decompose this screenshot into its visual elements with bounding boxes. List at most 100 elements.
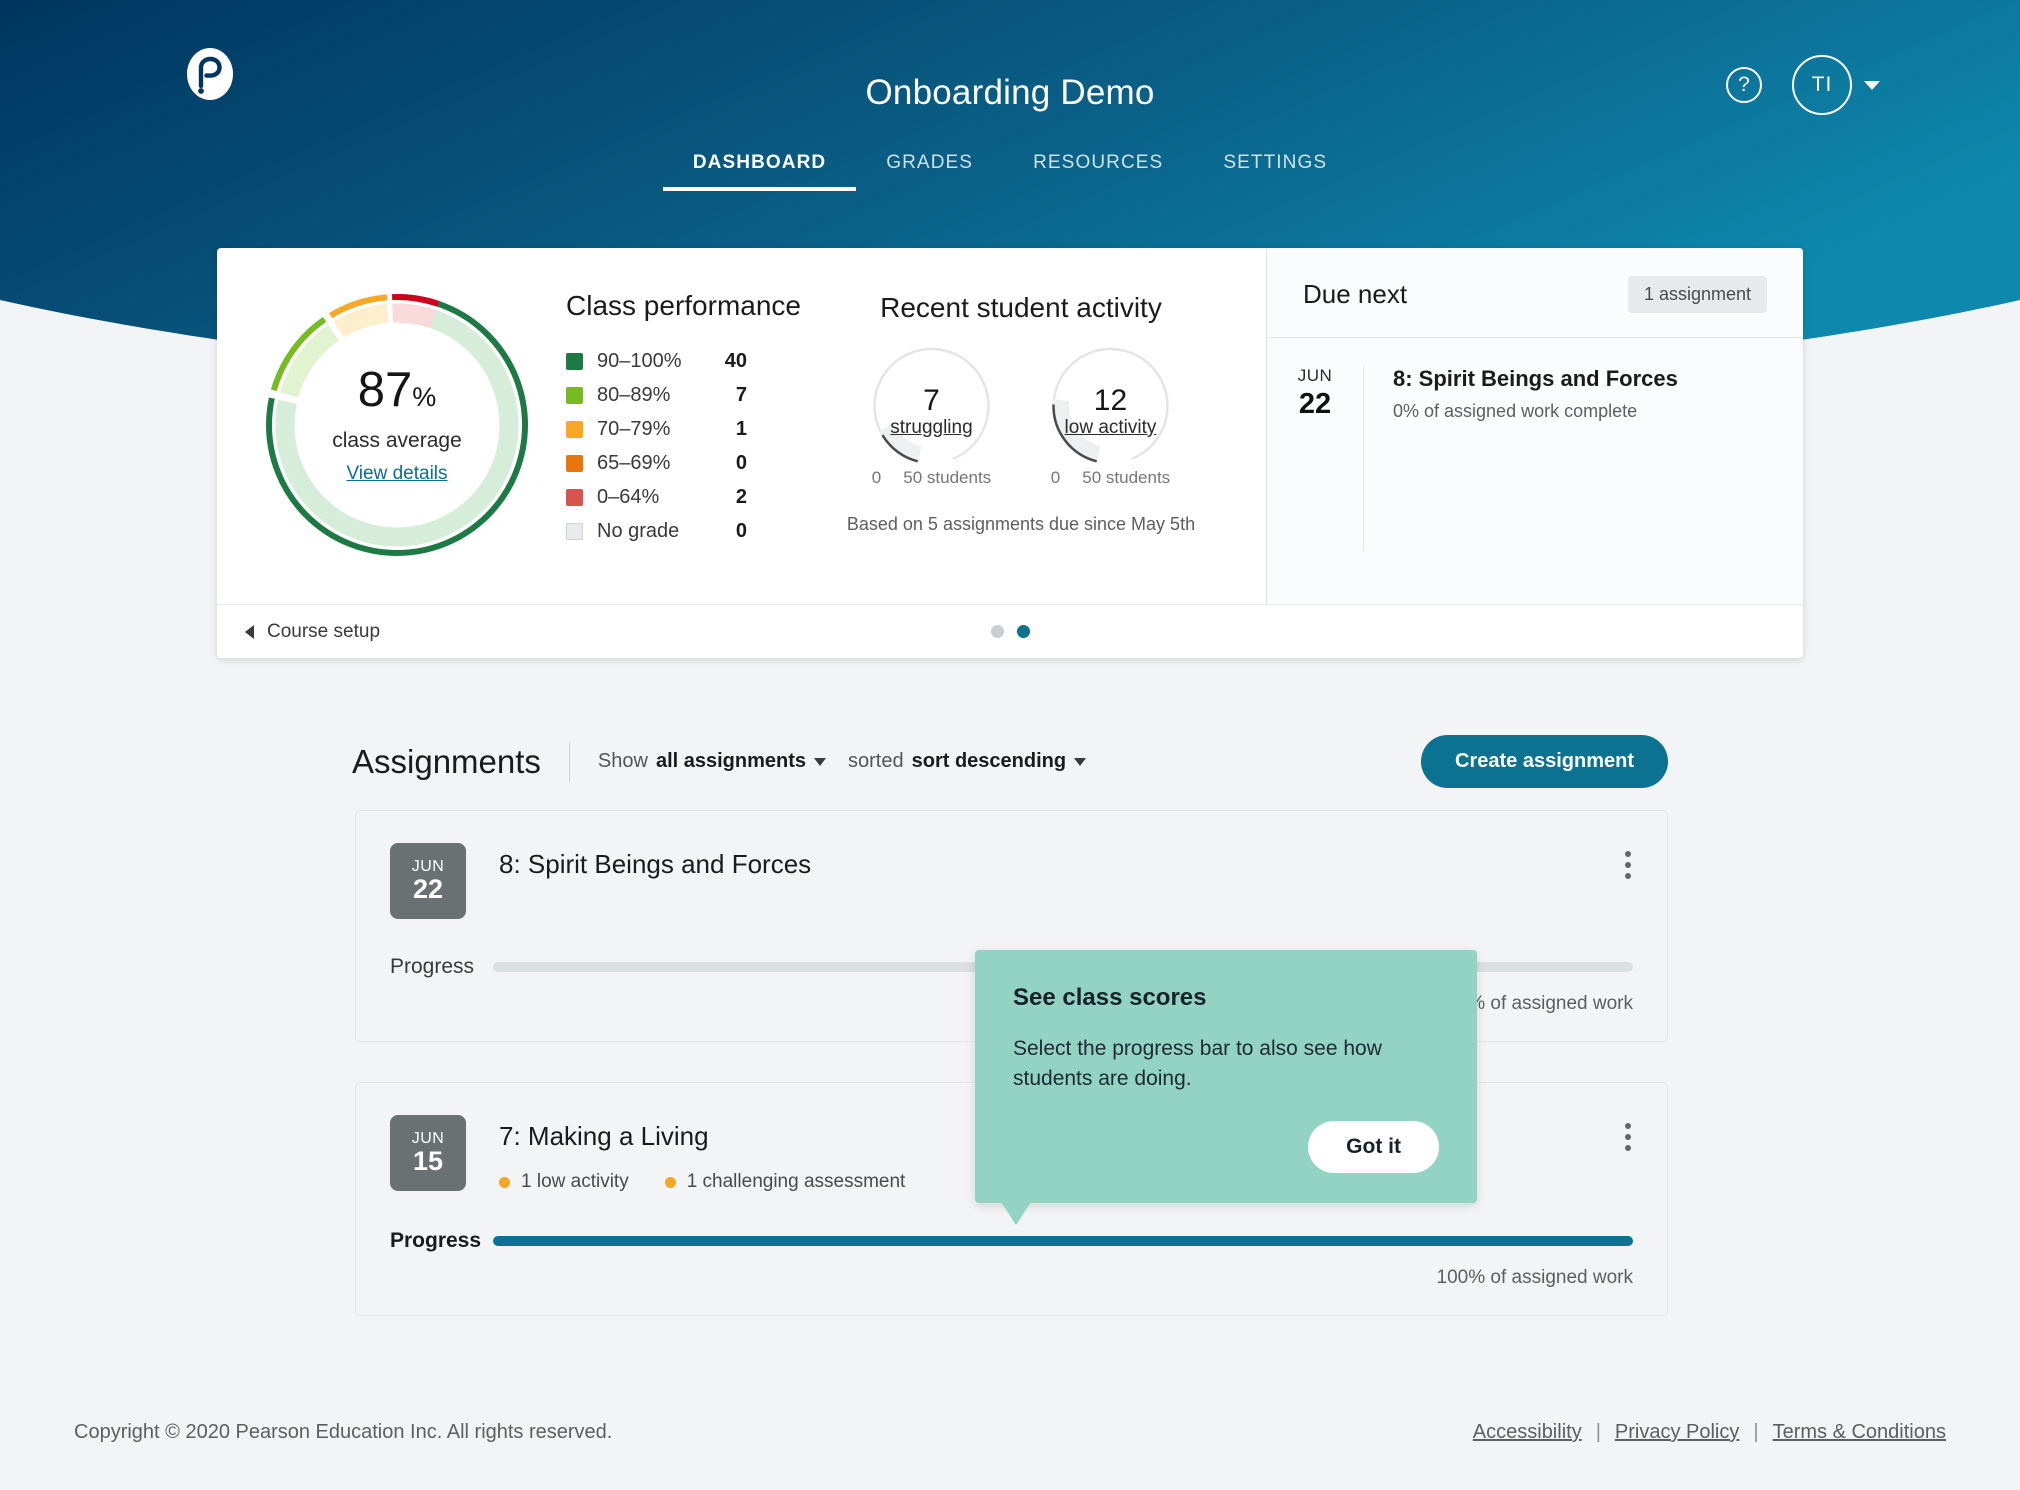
header-actions: ? TI [1726,55,1880,115]
legend-row: 0–64% 2 [566,480,801,514]
gauge-struggling[interactable]: 7 struggling 0 50 students [863,346,1000,488]
legend-count: 2 [705,486,747,509]
legend-count: 0 [705,452,747,475]
assignment-flag-label: 1 low activity [521,1171,629,1193]
assignment-flags: 1 low activity 1 challenging assessment [499,1171,905,1193]
help-icon[interactable]: ? [1726,67,1762,103]
dashboard-summary-card: 87% class average View details Class per… [217,248,1803,658]
legend-label: 70–79% [597,418,705,441]
assignment-flag[interactable]: 1 low activity [499,1171,629,1193]
tab-dashboard[interactable]: DASHBOARD [663,152,856,191]
legend-swatch [566,455,583,472]
footer-separator: | [1596,1421,1601,1444]
legend-swatch [566,387,583,404]
kebab-menu-icon[interactable] [1625,851,1631,879]
user-menu[interactable]: TI [1792,55,1880,115]
legend-row: 80–89% 7 [566,378,801,412]
chevron-down-icon [814,758,826,766]
terms-conditions-link[interactable]: Terms & Conditions [1773,1421,1946,1444]
legend-row: 70–79% 1 [566,412,801,446]
page-footer: Copyright © 2020 Pearson Education Inc. … [0,1375,2020,1490]
status-dot-icon [665,1177,676,1188]
legend-row: 90–100% 40 [566,344,801,378]
chevron-down-icon [1074,758,1086,766]
assignment-title[interactable]: 7: Making a Living [499,1121,905,1152]
tab-grades[interactable]: GRADES [856,152,1003,191]
due-next-title: Due next [1303,279,1407,310]
coachmark-body: Select the progress bar to also see how … [1013,1034,1439,1095]
coachmark-popover: See class scores Select the progress bar… [975,950,1477,1203]
gauge-label[interactable]: struggling [863,417,1000,439]
gauge-label[interactable]: low activity [1042,417,1179,439]
assignments-toolbar: Assignments Show all assignments sorted … [352,735,1668,788]
carousel-dot-1[interactable] [991,625,1004,638]
got-it-button[interactable]: Got it [1308,1121,1439,1173]
legend-count: 40 [705,350,747,373]
due-next-item[interactable]: JUN 22 8: Spirit Beings and Forces 0% of… [1267,338,1803,551]
view-details-link[interactable]: View details [346,463,447,485]
legend-label: No grade [597,520,705,543]
assignment-due-day: 15 [413,1146,443,1177]
assignment-flag-label: 1 challenging assessment [687,1171,906,1193]
show-filter-dropdown[interactable]: Show all assignments [598,750,826,773]
assignment-due-date: JUN 15 [390,1115,466,1191]
page-title: Onboarding Demo [0,73,2020,113]
legend-label: 65–69% [597,452,705,475]
carousel-dots [217,625,1803,638]
recent-student-activity-panel: Recent student activity 7 struggling [841,270,1201,604]
class-performance-title: Class performance [566,290,801,322]
due-next-badge: 1 assignment [1628,276,1767,313]
legend-swatch [566,523,583,540]
assignment-due-date: JUN 22 [390,843,466,919]
privacy-policy-link[interactable]: Privacy Policy [1615,1421,1739,1444]
legend-label: 80–89% [597,384,705,407]
progress-bar[interactable] [493,1236,1633,1246]
gauge-value: 7 [863,384,1000,417]
legend-label: 0–64% [597,486,705,509]
create-assignment-button[interactable]: Create assignment [1421,735,1668,788]
assignment-due-day: 22 [413,874,443,905]
due-next-assignment-progress: 0% of assigned work complete [1393,401,1678,422]
carousel-dot-2[interactable] [1017,625,1030,638]
legend-swatch [566,489,583,506]
tab-settings[interactable]: SETTINGS [1193,152,1357,191]
legend-count: 0 [705,520,747,543]
status-dot-icon [499,1177,510,1188]
legend-row: 65–69% 0 [566,446,801,480]
due-next-assignment-name[interactable]: 8: Spirit Beings and Forces [1393,366,1678,392]
footer-separator: | [1753,1421,1758,1444]
kebab-menu-icon[interactable] [1625,1123,1631,1151]
donut-center-label: 87% class average View details [252,280,542,570]
class-average-donut-chart[interactable]: 87% class average View details [252,280,542,570]
legend-swatch [566,353,583,370]
gauge-value: 12 [1042,384,1179,417]
accessibility-link[interactable]: Accessibility [1473,1421,1582,1444]
sort-filter-value: sort descending [912,750,1066,773]
sort-filter-dropdown[interactable]: sorted sort descending [848,750,1086,773]
progress-label: Progress [390,955,493,979]
class-performance-panel: Class performance 90–100% 40 80–89% 7 70… [566,270,801,604]
progress-summary: 100% of assigned work [390,1267,1633,1289]
app-header: Onboarding Demo DASHBOARD GRADES RESOURC… [0,0,2020,235]
copyright-text: Copyright © 2020 Pearson Education Inc. … [74,1421,612,1444]
due-next-panel: Due next 1 assignment JUN 22 8: Spirit B… [1266,248,1803,604]
progress-bar-fill [493,1236,1633,1246]
show-filter-prefix: Show [598,750,648,773]
due-next-day: 22 [1267,388,1363,421]
legend-label: 90–100% [597,350,705,373]
gauge-low-activity[interactable]: 12 low activity 0 50 students [1042,346,1179,488]
due-next-month: JUN [1267,366,1363,386]
progress-label: Progress [390,1229,493,1253]
gauge-min: 0 [1051,468,1060,488]
class-average-value: 87% [358,366,437,415]
activity-note: Based on 5 assignments due since May 5th [841,514,1201,535]
avatar: TI [1792,55,1852,115]
show-filter-value: all assignments [656,750,806,773]
tab-resources[interactable]: RESOURCES [1003,152,1193,191]
legend-count: 7 [705,384,747,407]
assignment-title[interactable]: 8: Spirit Beings and Forces [499,849,811,880]
chevron-down-icon [1864,81,1880,90]
gauge-max: 50 students [903,468,991,488]
assignment-flag[interactable]: 1 challenging assessment [665,1171,906,1193]
toolbar-divider [569,742,570,782]
